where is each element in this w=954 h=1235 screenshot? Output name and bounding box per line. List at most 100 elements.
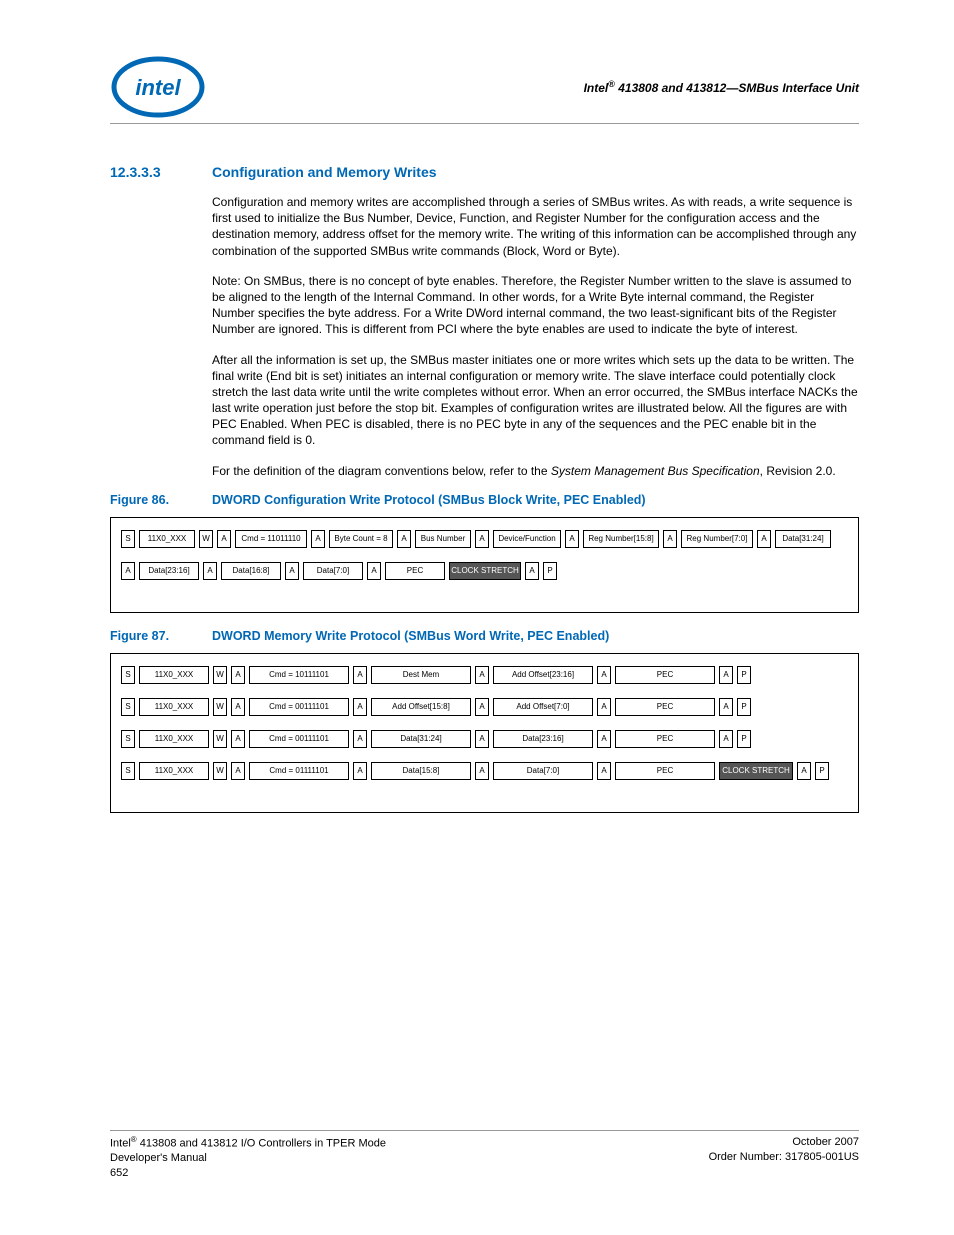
figure-86-caption: Figure 86. DWORD Configuration Write Pro… [110, 493, 859, 507]
section-title: Configuration and Memory Writes [212, 164, 437, 180]
proto-cell: 11X0_XXX [139, 698, 209, 716]
paragraph-3: After all the information is set up, the… [212, 352, 859, 449]
proto-cell: Data[15:8] [371, 762, 471, 780]
fig86-row1: S 11X0_XXX W A Cmd = 11011110 A Byte Cou… [121, 530, 848, 548]
proto-cell: 11X0_XXX [139, 666, 209, 684]
proto-cell: A [663, 530, 677, 548]
proto-cell: PEC [615, 666, 715, 684]
footer-date: October 2007 [709, 1135, 859, 1149]
proto-cell: Data[16:8] [221, 562, 281, 580]
proto-cell: Reg Number[7:0] [681, 530, 753, 548]
section-heading: 12.3.3.3 Configuration and Memory Writes [110, 164, 859, 180]
proto-cell: W [199, 530, 213, 548]
proto-cell: Data[7:0] [303, 562, 363, 580]
proto-cell-clockstretch: CLOCK STRETCH [449, 562, 521, 580]
proto-cell: P [737, 666, 751, 684]
proto-cell: A [475, 730, 489, 748]
proto-cell: A [597, 730, 611, 748]
proto-cell: W [213, 698, 227, 716]
figure-label: Figure 86. [110, 493, 194, 507]
proto-cell: A [353, 730, 367, 748]
proto-cell: A [311, 530, 325, 548]
proto-cell: P [737, 730, 751, 748]
proto-cell: Bus Number [415, 530, 471, 548]
header-title: Intel® 413808 and 413812—SMBus Interface… [584, 79, 859, 95]
proto-cell: A [367, 562, 381, 580]
proto-cell: Data[7:0] [493, 762, 593, 780]
fig87-row3: S 11X0_XXX W A Cmd = 00111101 A Data[31:… [121, 730, 848, 748]
proto-cell: A [719, 666, 733, 684]
proto-cell: Data[31:24] [371, 730, 471, 748]
proto-cell: Data[23:16] [493, 730, 593, 748]
proto-cell: Cmd = 11011110 [235, 530, 307, 548]
page-footer: Intel® 413808 and 413812 I/O Controllers… [110, 1130, 859, 1180]
proto-cell: A [719, 698, 733, 716]
proto-cell: A [353, 762, 367, 780]
footer-line1: Intel® 413808 and 413812 I/O Controllers… [110, 1135, 386, 1151]
footer-line2: Developer's Manual [110, 1151, 386, 1165]
para4-a: For the definition of the diagram conven… [212, 464, 551, 478]
svg-text:intel: intel [135, 75, 181, 100]
proto-cell: W [213, 666, 227, 684]
proto-cell: S [121, 698, 135, 716]
proto-cell: A [757, 530, 771, 548]
proto-cell: Cmd = 01111101 [249, 762, 349, 780]
proto-cell: Device/Function [493, 530, 561, 548]
proto-cell: Cmd = 10111101 [249, 666, 349, 684]
proto-cell: Add Offset[7:0] [493, 698, 593, 716]
section-number: 12.3.3.3 [110, 164, 184, 180]
proto-cell: A [231, 698, 245, 716]
proto-cell: A [597, 666, 611, 684]
proto-cell: W [213, 730, 227, 748]
proto-cell: Data[31:24] [775, 530, 831, 548]
figure-87-caption: Figure 87. DWORD Memory Write Protocol (… [110, 629, 859, 643]
proto-cell: PEC [385, 562, 445, 580]
figure-label: Figure 87. [110, 629, 194, 643]
paragraph-2: Note: On SMBus, there is no concept of b… [212, 273, 859, 338]
proto-cell: Reg Number[15:8] [583, 530, 659, 548]
paragraph-1: Configuration and memory writes are acco… [212, 194, 859, 259]
proto-cell: A [565, 530, 579, 548]
footer-page-number: 652 [110, 1166, 386, 1180]
proto-cell: PEC [615, 762, 715, 780]
proto-cell: A [353, 698, 367, 716]
fig87-row1: S 11X0_XXX W A Cmd = 10111101 A Dest Mem… [121, 666, 848, 684]
proto-cell: P [737, 698, 751, 716]
proto-cell: A [285, 562, 299, 580]
proto-cell: S [121, 762, 135, 780]
proto-cell: A [797, 762, 811, 780]
proto-cell: A [231, 730, 245, 748]
proto-cell: S [121, 530, 135, 548]
proto-cell: Cmd = 00111101 [249, 730, 349, 748]
proto-cell: Data[23:16] [139, 562, 199, 580]
proto-cell: Cmd = 00111101 [249, 698, 349, 716]
proto-cell: A [475, 530, 489, 548]
proto-cell: Dest Mem [371, 666, 471, 684]
proto-cell: A [217, 530, 231, 548]
proto-cell: A [475, 666, 489, 684]
fig86-row2: A Data[23:16] A Data[16:8] A Data[7:0] A… [121, 562, 848, 580]
proto-cell: S [121, 730, 135, 748]
proto-cell: 11X0_XXX [139, 762, 209, 780]
proto-cell: 11X0_XXX [139, 530, 195, 548]
proto-cell: PEC [615, 730, 715, 748]
proto-cell: A [397, 530, 411, 548]
proto-cell: A [231, 762, 245, 780]
figure-title: DWORD Memory Write Protocol (SMBus Word … [212, 629, 609, 643]
proto-cell: PEC [615, 698, 715, 716]
proto-cell: A [475, 698, 489, 716]
figure-86-box: S 11X0_XXX W A Cmd = 11011110 A Byte Cou… [110, 517, 859, 613]
proto-cell: A [719, 730, 733, 748]
proto-cell: A [121, 562, 135, 580]
proto-cell: A [597, 762, 611, 780]
proto-cell: A [475, 762, 489, 780]
proto-cell-clockstretch: CLOCK STRETCH [719, 762, 793, 780]
page-header: intel Intel® 413808 and 413812—SMBus Int… [110, 55, 859, 124]
para4-b: System Management Bus Specification [551, 464, 760, 478]
intel-logo: intel [110, 55, 206, 119]
proto-cell: A [353, 666, 367, 684]
paragraph-4: For the definition of the diagram conven… [212, 463, 859, 479]
proto-cell: S [121, 666, 135, 684]
proto-cell: 11X0_XXX [139, 730, 209, 748]
figure-87-box: S 11X0_XXX W A Cmd = 10111101 A Dest Mem… [110, 653, 859, 813]
